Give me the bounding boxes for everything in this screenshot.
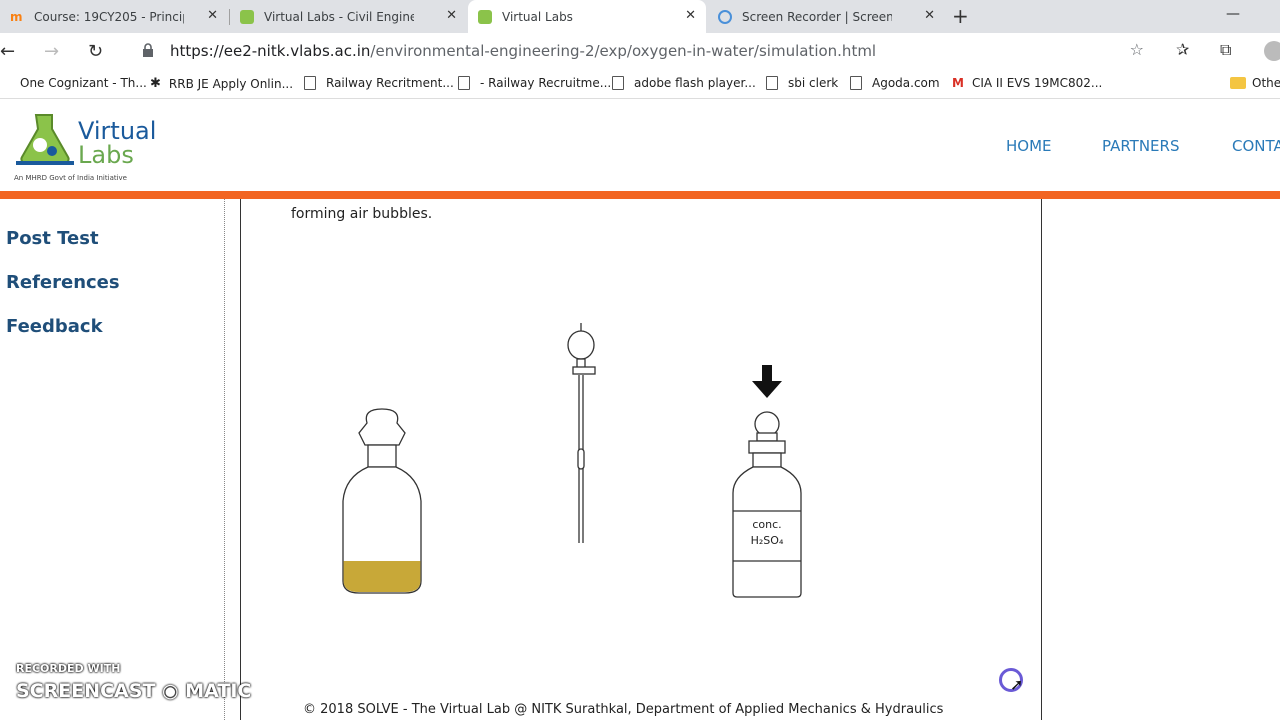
tab-civil-engineering[interactable]: Virtual Labs - Civil Engineering ✕ (230, 0, 467, 33)
orange-divider (0, 191, 1280, 199)
profile-avatar[interactable] (1264, 41, 1280, 61)
reload-icon[interactable]: ↻ (88, 41, 103, 62)
pipette[interactable] (563, 321, 603, 547)
close-tab-icon[interactable]: ✕ (924, 8, 935, 23)
bookmark-label: Railway Recritment... (326, 76, 454, 90)
forward-icon[interactable]: → (44, 41, 59, 62)
instruction-text: forming air bubbles. (291, 206, 433, 222)
bookmark-agoda[interactable]: Agoda.com (850, 76, 940, 90)
virtual-labs-icon (478, 9, 492, 24)
new-tab-icon[interactable]: + (952, 4, 969, 28)
reagent-label-formula: H₂SO₄ (750, 534, 784, 547)
minimize-icon[interactable]: — (1226, 6, 1240, 22)
logo-text-labs: Labs (78, 141, 134, 169)
bookmark-cia-evs[interactable]: M CIA II EVS 19MC802... (952, 76, 1102, 90)
address-bar[interactable]: https://ee2-nitk.vlabs.ac.in/environment… (130, 37, 1158, 65)
gmail-icon: M (952, 76, 964, 90)
page-icon (766, 76, 778, 90)
bookmark-label: Agoda.com (872, 76, 940, 90)
close-tab-icon[interactable]: ✕ (207, 8, 218, 23)
bookmark-label: RRB JE Apply Onlin... (168, 76, 294, 91)
bookmark-adobe-flash[interactable]: adobe flash player... (612, 76, 756, 90)
bookmarks-bar: One Cognizant - Th... ✱ RRB JE Apply Onl… (0, 69, 1280, 99)
bookmark-other[interactable]: Othe (1230, 76, 1280, 90)
bookmark-sbi-clerk[interactable]: sbi clerk (766, 76, 838, 90)
sulfuric-acid-bottle[interactable] (729, 411, 805, 599)
bookmark-label: sbi clerk (788, 76, 839, 90)
screencast-o-matic-watermark: SCREENCAST ◉ MATIC (16, 680, 252, 702)
sidebar: Post Test References Feedback (0, 199, 225, 720)
bookmark-label: CIA II EVS 19MC802... (971, 76, 1103, 90)
nav-partners[interactable]: PARTNERS (1102, 137, 1179, 155)
star-icon[interactable]: ☆ (1130, 40, 1144, 59)
footer-copyright: © 2018 SOLVE - The Virtual Lab @ NITK Su… (303, 702, 944, 717)
bookmark-label: adobe flash player... (634, 76, 756, 90)
tab-virtual-labs[interactable]: Virtual Labs ✕ (468, 0, 706, 33)
page-icon (458, 76, 470, 90)
bookmark-one-cognizant[interactable]: One Cognizant - Th... (20, 76, 147, 90)
screencast-icon (718, 9, 732, 24)
bod-bottle[interactable] (339, 405, 425, 595)
tab-screencast[interactable]: Screen Recorder | Screencast-O ✕ (708, 0, 945, 33)
sidebar-item-feedback[interactable]: Feedback (6, 316, 103, 337)
bookmark-railway-recritment[interactable]: Railway Recritment... (304, 76, 454, 90)
reagent-label-conc: conc. (752, 518, 782, 531)
rrb-icon: ✱ (150, 76, 161, 91)
folder-icon (1230, 77, 1246, 89)
bookmark-label: One Cognizant - Th... (20, 76, 147, 90)
virtual-labs-icon (240, 9, 254, 24)
browser-toolbar: ← → ↻ https://ee2-nitk.vlabs.ac.in/envir… (0, 33, 1280, 69)
moodle-icon: m (10, 9, 23, 24)
tab-label: Screen Recorder | Screencast-O (742, 9, 892, 24)
collections-icon[interactable]: ⧉ (1220, 40, 1231, 60)
tab-label: Course: 19CY205 - Principles of (34, 9, 184, 24)
bookmark-label: - Railway Recruitme... (480, 76, 612, 90)
bookmark-label: Othe (1252, 76, 1280, 90)
browser-tab-bar: m Course: 19CY205 - Principles of ✕ Virt… (0, 0, 1280, 33)
tab-label: Virtual Labs (502, 9, 573, 24)
tab-course[interactable]: m Course: 19CY205 - Principles of ✕ (0, 0, 228, 33)
watermark-recorded-with: RECORDED WITH (16, 662, 121, 675)
site-header: Virtual Labs An MHRD Govt of India Initi… (0, 99, 1280, 191)
page-icon (850, 76, 862, 90)
sidebar-item-references[interactable]: References (6, 272, 120, 293)
lock-icon (143, 43, 153, 57)
tab-label: Virtual Labs - Civil Engineering (264, 9, 414, 24)
page-icon (612, 76, 624, 90)
nav-contact[interactable]: CONTA (1232, 137, 1280, 155)
url-host: https://ee2-nitk.vlabs.ac.in (170, 42, 371, 60)
simulation-panel: forming air bubbles. conc. H₂SO₄ ➚ © 201… (240, 199, 1042, 720)
close-tab-icon[interactable]: ✕ (446, 8, 457, 23)
url-path: /environmental-engineering-2/exp/oxygen-… (370, 42, 877, 60)
page-icon (304, 76, 316, 90)
bookmark-railway-recruitment[interactable]: - Railway Recruitme... (458, 76, 611, 90)
mouse-pointer-icon: ➚ (1010, 675, 1024, 694)
close-tab-icon[interactable]: ✕ (685, 8, 696, 23)
back-icon[interactable]: ← (0, 41, 15, 62)
favorites-icon[interactable]: ✰ (1176, 40, 1189, 59)
virtual-labs-logo-icon (16, 114, 74, 165)
sidebar-item-post-test[interactable]: Post Test (6, 228, 99, 249)
logo-tagline: An MHRD Govt of India Initiative (14, 174, 127, 182)
bookmark-rrb-je[interactable]: ✱ RRB JE Apply Onlin... (150, 76, 293, 91)
nav-home[interactable]: HOME (1006, 137, 1052, 155)
down-arrow-icon (752, 365, 782, 398)
